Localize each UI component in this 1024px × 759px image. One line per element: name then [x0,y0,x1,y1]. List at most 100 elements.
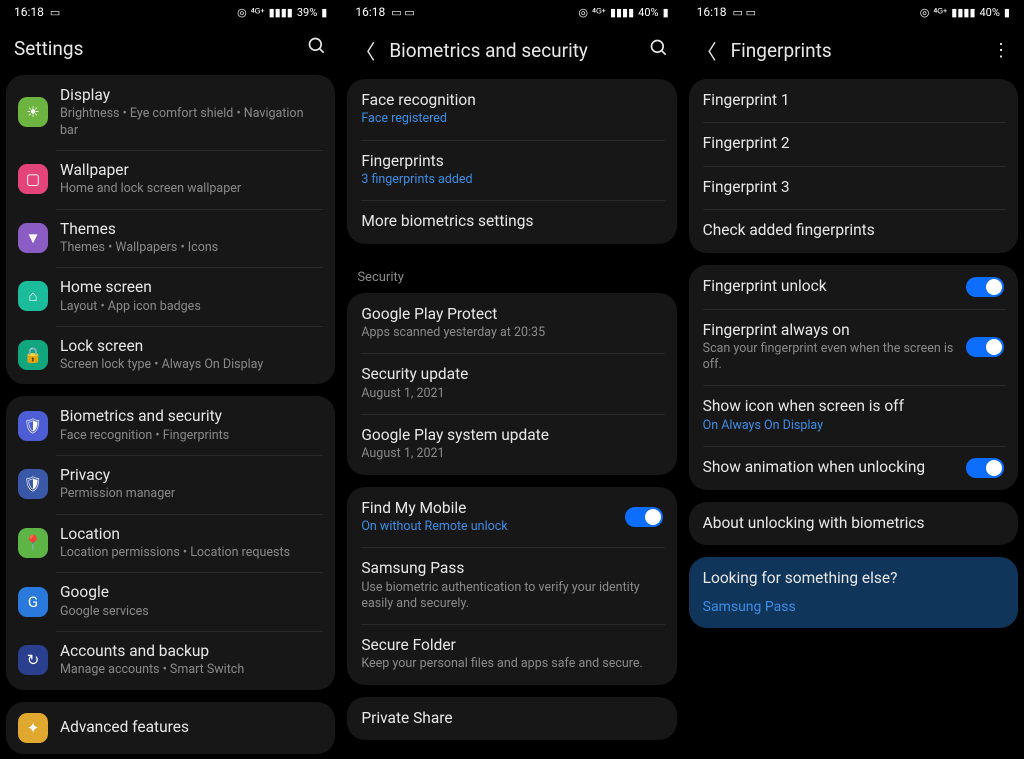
item-subtitle: August 1, 2021 [361,446,662,462]
signal-icon: ▮▮▮▮ [951,6,975,19]
item-title: Face recognition [361,91,662,110]
settings-item-wallpaper[interactable]: ▢ Wallpaper Home and lock screen wallpap… [6,150,335,209]
item-title: Secure Folder [361,636,662,655]
content-scroll[interactable]: Fingerprint 1 Fingerprint 2 Fingerprint … [683,79,1024,759]
signal-icon: ▮▮▮▮ [269,6,293,19]
item-secure-folder[interactable]: Secure Folder Keep your personal files a… [347,624,676,685]
item-play-protect[interactable]: Google Play Protect Apps scanned yesterd… [347,293,676,354]
item-show-icon[interactable]: Show icon when screen is off On Always O… [689,385,1018,446]
item-fingerprint-unlock[interactable]: Fingerprint unlock [689,265,1018,309]
item-private-share[interactable]: Private Share [347,697,676,740]
content-scroll[interactable]: Face recognition Face registered Fingerp… [341,79,682,759]
battery-icon: ▮ [1004,6,1010,19]
wifi-icon: ⁴ᴳ⁺ [592,6,606,19]
back-button[interactable]: 〈 [355,36,375,65]
settings-item-home-screen[interactable]: ⌂ Home screen Layout • App icon badges [6,267,335,326]
item-subtitle: Layout • App icon badges [60,299,323,315]
privacy-icon: 🛡 [18,469,48,499]
display-icon: ☀ [18,97,48,127]
item-title: Security update [361,365,662,384]
page-title: Fingerprints [731,39,978,62]
settings-item-biometrics[interactable]: 🛡 Biometrics and security Face recogniti… [6,396,335,455]
item-fingerprints[interactable]: Fingerprints 3 fingerprints added [347,140,676,201]
item-subtitle: 3 fingerprints added [361,172,662,188]
fingerprint-always-on-toggle[interactable] [966,337,1004,357]
item-subtitle: Keep your personal files and apps safe a… [361,656,662,672]
looking-link[interactable]: Samsung Pass [703,598,796,616]
item-title: Fingerprint 2 [703,134,1004,153]
phone-fingerprints: 16:18 ▭ ▭ ◎ ⁴ᴳ⁺ ▮▮▮▮ 40% ▮ 〈 Fingerprint… [683,0,1024,759]
item-more-biometrics[interactable]: More biometrics settings [347,200,676,243]
wallpaper-icon: ▢ [18,164,48,194]
item-subtitle: Manage accounts • Smart Switch [60,662,323,678]
signal-icon: ▮▮▮▮ [610,6,634,19]
settings-item-location[interactable]: 📍 Location Location permissions • Locati… [6,514,335,573]
item-title: Private Share [361,709,662,728]
google-icon: G [18,587,48,617]
app-icon: ▭ ▭ [733,6,757,19]
item-subtitle: Face recognition • Fingerprints [60,428,323,444]
status-battery: 40% [638,6,658,19]
item-fingerprint-1[interactable]: Fingerprint 1 [689,79,1018,122]
settings-item-privacy[interactable]: 🛡 Privacy Permission manager [6,455,335,514]
item-show-animation[interactable]: Show animation when unlocking [689,446,1018,490]
phone-biometrics: 16:18 ▭ ▭ ◎ ⁴ᴳ⁺ ▮▮▮▮ 40% ▮ 〈 Biometrics … [341,0,682,759]
advanced-icon: ✦ [18,713,48,743]
item-fingerprint-2[interactable]: Fingerprint 2 [689,122,1018,165]
settings-group-3: ✦ Advanced features [6,702,335,754]
item-title: Lock screen [60,337,323,356]
item-fingerprint-3[interactable]: Fingerprint 3 [689,166,1018,209]
settings-item-display[interactable]: ☀ Display Brightness • Eye comfort shiel… [6,75,335,150]
item-check-fingerprints[interactable]: Check added fingerprints [689,209,1018,252]
content-scroll[interactable]: ☀ Display Brightness • Eye comfort shiel… [0,75,341,759]
sync-icon: ↻ [18,645,48,675]
item-subtitle: Home and lock screen wallpaper [60,181,323,197]
item-title: Google [60,583,323,602]
status-bar: 16:18 ▭ ▭ ◎ ⁴ᴳ⁺ ▮▮▮▮ 40% ▮ [341,0,682,24]
settings-item-accounts[interactable]: ↻ Accounts and backup Manage accounts • … [6,631,335,690]
item-security-update[interactable]: Security update August 1, 2021 [347,353,676,414]
status-time: 16:18 [14,5,44,19]
item-play-system-update[interactable]: Google Play system update August 1, 2021 [347,414,676,475]
back-button[interactable]: 〈 [697,36,717,65]
item-subtitle: Screen lock type • Always On Display [60,357,323,373]
item-fingerprint-always-on[interactable]: Fingerprint always on Scan your fingerpr… [689,309,1018,386]
search-icon[interactable] [307,36,327,61]
item-title: Accounts and backup [60,642,323,661]
find-my-toggle[interactable] [625,507,663,527]
private-share-group: Private Share [347,697,676,740]
settings-group-1: ☀ Display Brightness • Eye comfort shiel… [6,75,335,384]
item-title: Find My Mobile [361,499,616,518]
item-about-biometrics[interactable]: About unlocking with biometrics [689,502,1018,545]
item-face-recognition[interactable]: Face recognition Face registered [347,79,676,140]
looking-for-card: Looking for something else? Samsung Pass [689,557,1018,628]
fingerprint-unlock-toggle[interactable] [966,277,1004,297]
settings-item-google[interactable]: G Google Google services [6,572,335,631]
item-title: Themes [60,220,323,239]
item-title: Samsung Pass [361,559,662,578]
settings-item-lock-screen[interactable]: 🔒 Lock screen Screen lock type • Always … [6,326,335,385]
item-title: Show animation when unlocking [703,458,958,477]
show-animation-toggle[interactable] [966,458,1004,478]
item-title: Google Play system update [361,426,662,445]
item-title: Fingerprints [361,152,662,171]
item-subtitle: August 1, 2021 [361,386,662,402]
lock-icon: 🔒 [18,340,48,370]
item-title: Location [60,525,323,544]
item-subtitle: Face registered [361,111,662,127]
settings-group-2: 🛡 Biometrics and security Face recogniti… [6,396,335,689]
find-my-group: Find My Mobile On without Remote unlock … [347,487,676,685]
item-samsung-pass[interactable]: Samsung Pass Use biometric authenticatio… [347,547,676,624]
status-bar: 16:18 ▭ ▭ ◎ ⁴ᴳ⁺ ▮▮▮▮ 40% ▮ [683,0,1024,24]
item-looking-for[interactable]: Looking for something else? Samsung Pass [689,557,1018,628]
app-icon: ▭ [50,6,60,19]
hotspot-icon: ◎ [920,6,930,19]
settings-item-themes[interactable]: ▼ Themes Themes • Wallpapers • Icons [6,209,335,268]
fingerprints-list: Fingerprint 1 Fingerprint 2 Fingerprint … [689,79,1018,253]
hotspot-icon: ◎ [578,6,588,19]
more-icon[interactable]: ⋮ [992,40,1010,61]
search-icon[interactable] [649,38,669,63]
item-find-my-mobile[interactable]: Find My Mobile On without Remote unlock [347,487,676,548]
item-subtitle: Scan your fingerprint even when the scre… [703,341,958,374]
settings-item-advanced[interactable]: ✦ Advanced features [6,702,335,754]
